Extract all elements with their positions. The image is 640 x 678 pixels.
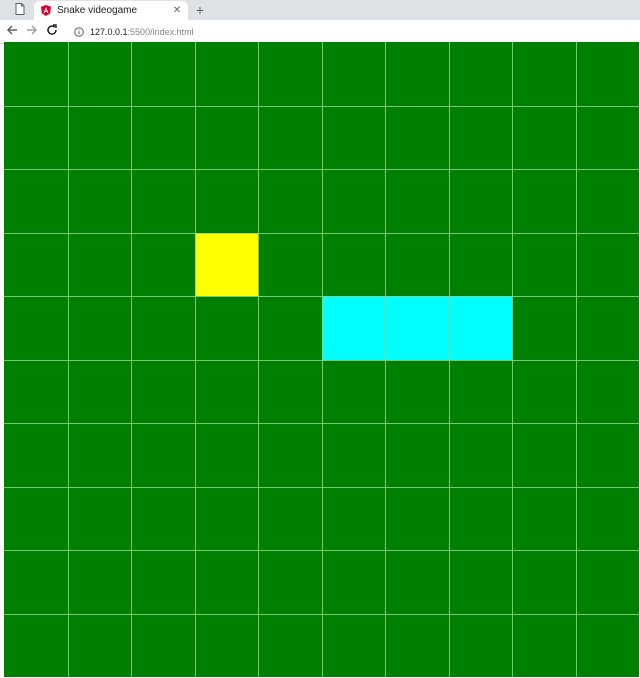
snake-segment bbox=[321, 296, 385, 360]
grid-line bbox=[576, 42, 577, 677]
grid-line bbox=[4, 550, 639, 551]
tab-strip: Snake videogame ✕ + bbox=[0, 0, 640, 20]
grid-line bbox=[4, 423, 639, 424]
tab-title: Snake videogame bbox=[57, 5, 138, 16]
page-icon bbox=[15, 2, 25, 20]
blank-tab[interactable] bbox=[8, 2, 32, 20]
angular-icon bbox=[41, 5, 51, 16]
forward-arrow-icon bbox=[26, 23, 38, 41]
url-host: 127.0.0.1 bbox=[90, 26, 128, 37]
back-arrow-icon bbox=[6, 23, 18, 41]
new-tab-button[interactable]: + bbox=[192, 2, 208, 18]
grid-line bbox=[4, 360, 639, 361]
tab-snake-videogame[interactable]: Snake videogame ✕ bbox=[34, 1, 188, 20]
grid-line bbox=[449, 42, 450, 677]
info-icon[interactable] bbox=[74, 26, 84, 37]
browser-toolbar: 127.0.0.1:5500/index.html bbox=[0, 20, 640, 44]
back-button[interactable] bbox=[4, 24, 20, 40]
address-bar[interactable]: 127.0.0.1:5500/index.html bbox=[68, 23, 634, 40]
snake-head bbox=[448, 296, 512, 360]
grid-line bbox=[4, 614, 639, 615]
forward-button[interactable] bbox=[24, 24, 40, 40]
reload-icon bbox=[46, 23, 58, 41]
reload-button[interactable] bbox=[44, 24, 60, 40]
game-board[interactable] bbox=[4, 42, 639, 677]
snake-segment bbox=[385, 296, 449, 360]
url-path: :5500/index.html bbox=[127, 26, 194, 37]
grid-line bbox=[4, 487, 639, 488]
close-icon[interactable]: ✕ bbox=[170, 4, 184, 18]
grid-line bbox=[385, 42, 386, 677]
food-cell bbox=[194, 232, 258, 296]
grid-line bbox=[512, 42, 513, 677]
